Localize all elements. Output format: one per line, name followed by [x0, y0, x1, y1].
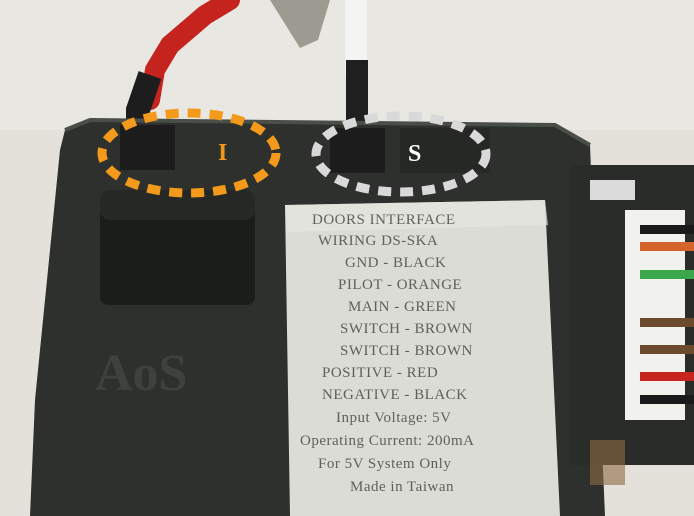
sticker-line: MAIN - GREEN: [348, 299, 457, 315]
wire-black-2: [640, 395, 694, 404]
sticker-line: NEGATIVE - BLACK: [322, 387, 468, 403]
sticker-line: Input Voltage: 5V: [336, 410, 452, 426]
sticker-line: PILOT - ORANGE: [338, 277, 463, 293]
annotation-label-s: S: [408, 141, 422, 167]
sticker-line: GND - BLACK: [345, 255, 447, 271]
terminal-slot-i: [120, 125, 175, 170]
embossed-logo: AoS: [95, 345, 187, 402]
sticker-line: SWITCH - BROWN: [340, 321, 473, 337]
wire-brown-2: [640, 345, 694, 354]
wire-green: [640, 270, 694, 279]
sticker-line: SWITCH - BROWN: [340, 343, 473, 359]
annotation-label-i: I: [218, 140, 228, 166]
wire-brown-1: [640, 318, 694, 327]
sticker-line: POSITIVE - RED: [322, 365, 439, 381]
wire-orange: [640, 242, 694, 251]
connector-plug: [625, 210, 685, 420]
wire-red: [640, 372, 694, 381]
terminal-slot-s: [330, 128, 385, 173]
wire-black: [640, 225, 694, 234]
sticker-line: Made in Taiwan: [350, 479, 454, 495]
sticker-line: WIRING DS-SKA: [318, 233, 439, 249]
sticker-line: For 5V System Only: [318, 456, 452, 472]
sticker-line: Operating Current: 200mA: [300, 433, 475, 449]
sticker-line: DOORS INTERFACE: [312, 212, 456, 228]
